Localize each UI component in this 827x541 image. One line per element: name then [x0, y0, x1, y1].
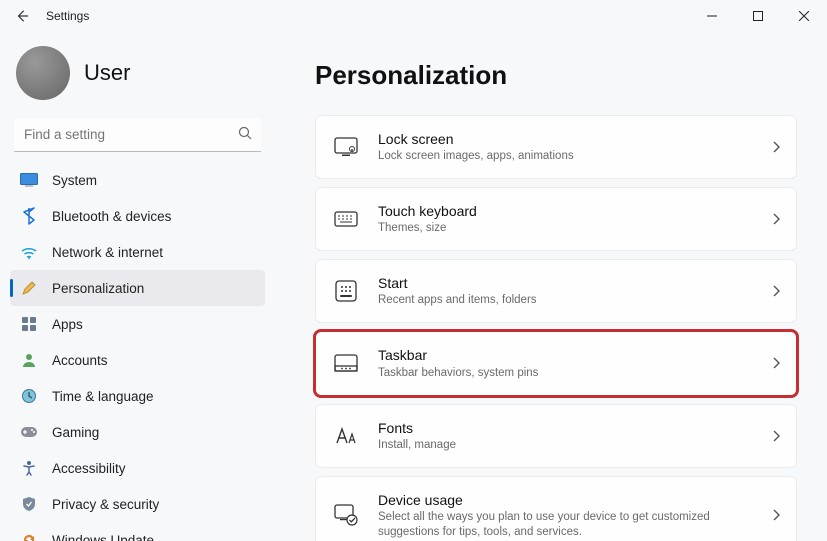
- sidebar-item-accessibility[interactable]: Accessibility: [10, 450, 265, 486]
- chevron-right-icon: [772, 141, 780, 153]
- time-icon: [20, 387, 38, 405]
- card-start[interactable]: Start Recent apps and items, folders: [315, 259, 797, 323]
- card-subtitle: Lock screen images, apps, animations: [378, 149, 762, 164]
- sidebar-item-bluetooth[interactable]: Bluetooth & devices: [10, 198, 265, 234]
- personalization-icon: [20, 279, 38, 297]
- search-container: [14, 118, 261, 152]
- gaming-icon: [20, 423, 38, 441]
- sidebar-item-label: Apps: [52, 317, 83, 332]
- card-title: Fonts: [378, 419, 762, 437]
- card-subtitle: Taskbar behaviors, system pins: [378, 366, 762, 381]
- back-button[interactable]: [10, 4, 34, 28]
- card-title: Device usage: [378, 491, 762, 509]
- fonts-icon: [332, 422, 360, 450]
- user-profile[interactable]: User: [16, 46, 259, 100]
- minimize-button[interactable]: [689, 0, 735, 32]
- chevron-right-icon: [772, 357, 780, 369]
- page-title: Personalization: [315, 60, 797, 91]
- sidebar-item-gaming[interactable]: Gaming: [10, 414, 265, 450]
- card-lock-screen[interactable]: Lock screen Lock screen images, apps, an…: [315, 115, 797, 179]
- card-fonts[interactable]: Fonts Install, manage: [315, 404, 797, 468]
- sidebar-item-label: Time & language: [52, 389, 154, 404]
- sidebar-item-apps[interactable]: Apps: [10, 306, 265, 342]
- card-subtitle: Select all the ways you plan to use your…: [378, 510, 762, 540]
- lock-screen-icon: [332, 133, 360, 161]
- window-title: Settings: [46, 9, 89, 23]
- sidebar-item-label: Personalization: [52, 281, 144, 296]
- sidebar: User System Bluetooth & devices Network …: [0, 32, 275, 541]
- privacy-icon: [20, 495, 38, 513]
- sidebar-item-label: Network & internet: [52, 245, 163, 260]
- search-input[interactable]: [14, 118, 261, 152]
- title-bar: Settings: [0, 0, 827, 32]
- nav-list: System Bluetooth & devices Network & int…: [10, 162, 265, 541]
- sidebar-item-label: System: [52, 173, 97, 188]
- chevron-right-icon: [772, 285, 780, 297]
- card-title: Start: [378, 274, 762, 292]
- bluetooth-icon: [20, 207, 38, 225]
- card-title: Taskbar: [378, 346, 762, 364]
- sidebar-item-network[interactable]: Network & internet: [10, 234, 265, 270]
- maximize-button[interactable]: [735, 0, 781, 32]
- update-icon: [20, 531, 38, 541]
- taskbar-icon: [332, 349, 360, 377]
- start-icon: [332, 277, 360, 305]
- card-device-usage[interactable]: Device usage Select all the ways you pla…: [315, 476, 797, 541]
- sidebar-item-label: Windows Update: [52, 533, 154, 541]
- search-icon: [237, 125, 253, 141]
- sidebar-item-privacy[interactable]: Privacy & security: [10, 486, 265, 522]
- sidebar-item-accounts[interactable]: Accounts: [10, 342, 265, 378]
- chevron-right-icon: [772, 213, 780, 225]
- card-subtitle: Recent apps and items, folders: [378, 293, 762, 308]
- card-subtitle: Themes, size: [378, 221, 762, 236]
- card-touch-keyboard[interactable]: Touch keyboard Themes, size: [315, 187, 797, 251]
- card-taskbar[interactable]: Taskbar Taskbar behaviors, system pins: [315, 331, 797, 395]
- device-usage-icon: [332, 501, 360, 529]
- sidebar-item-update[interactable]: Windows Update: [10, 522, 265, 541]
- avatar: [16, 46, 70, 100]
- keyboard-icon: [332, 205, 360, 233]
- card-subtitle: Install, manage: [378, 438, 762, 453]
- sidebar-item-personalization[interactable]: Personalization: [10, 270, 265, 306]
- sidebar-item-time[interactable]: Time & language: [10, 378, 265, 414]
- card-title: Touch keyboard: [378, 202, 762, 220]
- system-icon: [20, 171, 38, 189]
- sidebar-item-system[interactable]: System: [10, 162, 265, 198]
- accessibility-icon: [20, 459, 38, 477]
- card-title: Lock screen: [378, 130, 762, 148]
- user-name: User: [84, 60, 130, 86]
- sidebar-item-label: Privacy & security: [52, 497, 159, 512]
- apps-icon: [20, 315, 38, 333]
- chevron-right-icon: [772, 430, 780, 442]
- sidebar-item-label: Accessibility: [52, 461, 126, 476]
- sidebar-item-label: Gaming: [52, 425, 99, 440]
- accounts-icon: [20, 351, 38, 369]
- sidebar-item-label: Accounts: [52, 353, 108, 368]
- main-content: Personalization Lock screen Lock screen …: [275, 32, 827, 541]
- sidebar-item-label: Bluetooth & devices: [52, 209, 171, 224]
- chevron-right-icon: [772, 509, 780, 521]
- network-icon: [20, 243, 38, 261]
- close-button[interactable]: [781, 0, 827, 32]
